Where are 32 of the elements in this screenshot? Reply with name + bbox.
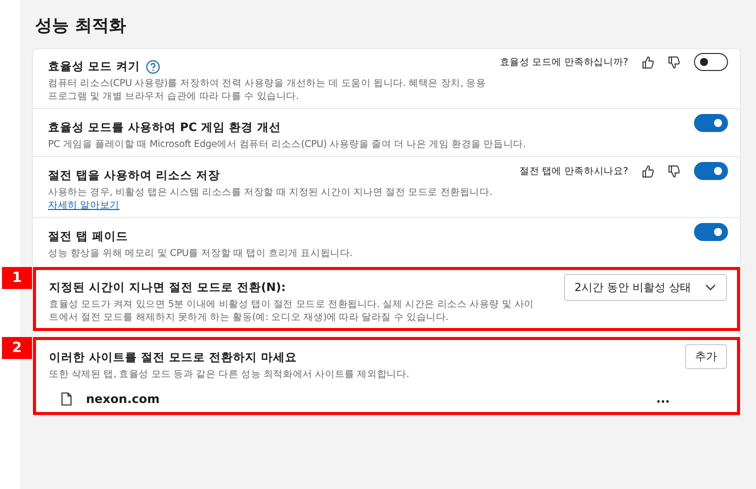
setting-description: 컴퓨터 리소스(CPU 사용량)를 저장하여 전력 사용량을 개선하는 데 도움이 됩니다. 혜택은 장치, 응용 프로그램 및 개별 브라우저 습관에 따라 다를 수 있습니다.	[48, 77, 487, 103]
setting-description: 효율성 모드가 켜져 있으면 5분 이내에 비활성 탭이 절전 모드로 전환됩니다. 실제 시간은 리소스 사용량 및 사이트에서 절전 모드를 해제하지 못하게 하는 활동(예: 오디오 재생)에 따라 달라질 수 있습니다.	[49, 298, 535, 324]
feedback-question: 절전 탭에 만족하시나요?	[520, 164, 628, 178]
setting-title: 지정된 시간이 지나면 절전 모드로 전환(N):	[49, 280, 286, 295]
add-button[interactable]: 추가	[685, 344, 727, 369]
toggle-switch[interactable]	[694, 162, 728, 180]
learn-more-link[interactable]: 자세히 알아보기	[48, 200, 120, 211]
chevron-down-icon	[705, 284, 716, 291]
thumbs-up-icon[interactable]	[642, 56, 654, 68]
setting-description: 사용하는 경우, 비활성 탭은 시스템 리소스를 저장할 때 지정된 시간이 지나면 절전 모드로 전환됩니다. 자세히 알아보기	[48, 186, 494, 212]
help-icon[interactable]	[146, 60, 160, 74]
page-icon	[61, 392, 72, 406]
setting-title: 이러한 사이트를 절전 모드로 전환하지 마세요	[49, 350, 298, 365]
feedback-question: 효율성 모드에 만족하십니까?	[500, 56, 628, 68]
callout-badge: 2	[2, 337, 32, 359]
setting-title: 절전 탭 페이드	[48, 229, 128, 244]
site-name: nexon.com	[86, 392, 161, 406]
toggle-switch[interactable]	[694, 53, 728, 71]
callout-badge: 1	[2, 267, 32, 289]
page-heading: 성능 최적화	[35, 15, 127, 37]
setting-description: PC 게임을 플레이할 때 Microsoft Edge에서 컴퓨터 리소스(CPU) 사용량을 줄여 더 나은 게임 환경을 만듭니다.	[48, 138, 527, 151]
toggle-switch[interactable]	[694, 223, 728, 241]
setting-title: 절전 탭을 사용하여 리소스 저장	[48, 168, 220, 183]
setting-description: 또한 삭제된 탭, 효율성 모드 등과 같은 다른 성능 최적화에서 사이트를 제외합니다.	[49, 368, 410, 381]
thumbs-down-icon[interactable]	[668, 164, 680, 178]
setting-title: 효율성 모드 켜기	[48, 59, 140, 74]
setting-title: 효율성 모드를 사용하여 PC 게임 환경 개선	[48, 120, 281, 135]
thumbs-up-icon[interactable]	[642, 164, 654, 178]
thumbs-down-icon[interactable]	[668, 56, 680, 68]
timeout-dropdown[interactable]: 2시간 동안 비활성 상태	[564, 274, 727, 301]
setting-description: 성능 향상을 위해 메모리 및 CPU를 저장할 때 탭이 흐리게 표시됩니다.	[48, 247, 354, 260]
toggle-switch[interactable]	[694, 114, 728, 132]
